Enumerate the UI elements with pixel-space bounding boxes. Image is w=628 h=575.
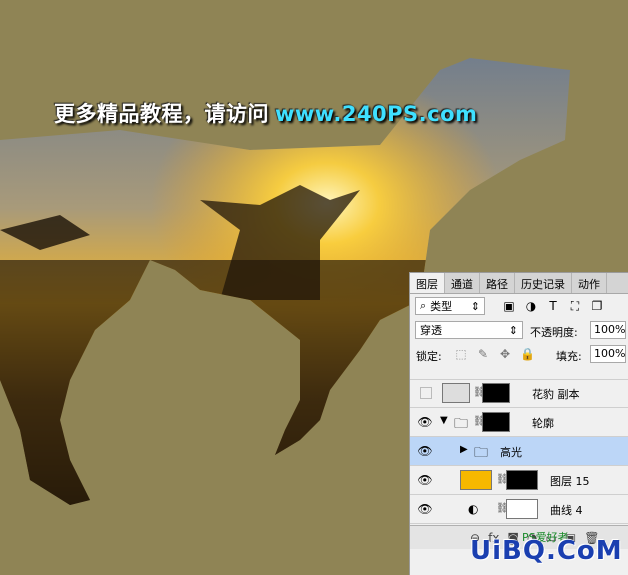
opacity-label: 不透明度: [530, 326, 578, 339]
type-filter-icon[interactable]: T [546, 299, 560, 313]
promo-url[interactable]: www.240PS.com [275, 102, 477, 126]
blend-row: 穿透 ⇕ 不透明度: 100% [410, 318, 628, 342]
tab-paths[interactable]: 路径 [480, 273, 515, 293]
expand-arrow-icon[interactable]: ▼ [440, 415, 448, 426]
lock-move-icon[interactable]: ✥ [498, 347, 512, 361]
mask-thumbnail [482, 412, 510, 432]
opacity-input[interactable]: 100% [590, 321, 626, 339]
layer-name: 花豹 副本 [532, 388, 580, 401]
color-fill-thumbnail [460, 470, 492, 490]
folder-icon: 🗀 [474, 445, 488, 461]
eye-icon[interactable]: 👁 [416, 444, 434, 458]
layer-row-cheetah-copy[interactable]: ⛓ 花豹 副本 [410, 379, 628, 408]
blend-mode-dropdown[interactable]: 穿透 ⇕ [415, 321, 523, 339]
smart-object-filter-icon[interactable]: ❐ [590, 299, 604, 313]
tab-layers[interactable]: 图层 [410, 273, 445, 293]
mask-thumbnail [506, 470, 538, 490]
eye-icon[interactable]: 👁 [416, 415, 434, 429]
promo-banner: 更多精品教程，请访问 www.240PS.com [54, 98, 477, 128]
mask-thumbnail [482, 383, 510, 403]
collapse-arrow-icon[interactable]: ▶ [460, 444, 468, 455]
panel-tabs: 图层 通道 路径 历史记录 动作 [410, 273, 628, 294]
layer-row-layer15[interactable]: 👁 ⛓ 图层 15 [410, 466, 628, 495]
lock-row: 锁定: ⬚ ✎ ✥ 🔒 填充: 100% [410, 342, 628, 366]
promo-text: 更多精品教程，请访问 [54, 102, 269, 126]
blend-mode-value: 穿透 [420, 324, 442, 337]
layer-row-highlight-group[interactable]: 👁 ▶ 🗀 高光 [410, 437, 628, 466]
eye-icon[interactable]: 👁 [416, 473, 434, 487]
dropdown-arrow-icon: ⇕ [508, 323, 518, 337]
layer-row-outline-group[interactable]: 👁 ▼ 🗀 ⛓ 轮廓 [410, 408, 628, 437]
dropdown-arrow-icon: ⇕ [470, 299, 480, 313]
search-icon: ⌕ [420, 299, 427, 312]
fill-label: 填充: [556, 350, 582, 363]
eye-icon[interactable]: 👁 [416, 502, 434, 516]
tab-history[interactable]: 历史记录 [515, 273, 572, 293]
lock-transparent-icon[interactable]: ⬚ [454, 347, 468, 361]
layer-row-curves4[interactable]: 👁 ◐ ⛓ 曲线 4 [410, 495, 628, 524]
layer-name: 轮廓 [532, 417, 554, 430]
layer-name: 高光 [500, 446, 522, 459]
lock-label: 锁定: [416, 350, 442, 363]
watermark: UiBQ.CoM [470, 536, 623, 566]
pixel-filter-icon[interactable]: ▣ [502, 299, 516, 313]
filter-kind-dropdown[interactable]: ⌕ 类型 ⇕ [415, 297, 485, 315]
lock-brush-icon[interactable]: ✎ [476, 347, 490, 361]
folder-icon: 🗀 [454, 416, 468, 432]
tab-channels[interactable]: 通道 [445, 273, 480, 293]
tab-actions[interactable]: 动作 [572, 273, 607, 293]
adjustment-filter-icon[interactable]: ◑ [524, 299, 538, 313]
layer-name: 图层 15 [550, 475, 590, 488]
visibility-toggle-empty[interactable] [420, 387, 432, 399]
layers-panel: 图层 通道 路径 历史记录 动作 ⌕ 类型 ⇕ ▣ ◑ T ⛶ ❐ 穿透 ⇕ 不… [409, 272, 628, 575]
shape-filter-icon[interactable]: ⛶ [568, 299, 582, 313]
layer-name: 曲线 4 [550, 504, 583, 517]
adjustment-icon: ◐ [468, 502, 479, 516]
mask-thumbnail [506, 499, 538, 519]
fill-input[interactable]: 100% [590, 345, 626, 363]
filter-kind-label: 类型 [430, 300, 453, 313]
filter-row: ⌕ 类型 ⇕ ▣ ◑ T ⛶ ❐ [410, 294, 628, 318]
smart-object-thumbnail [442, 383, 470, 403]
lock-all-icon[interactable]: 🔒 [520, 347, 535, 361]
